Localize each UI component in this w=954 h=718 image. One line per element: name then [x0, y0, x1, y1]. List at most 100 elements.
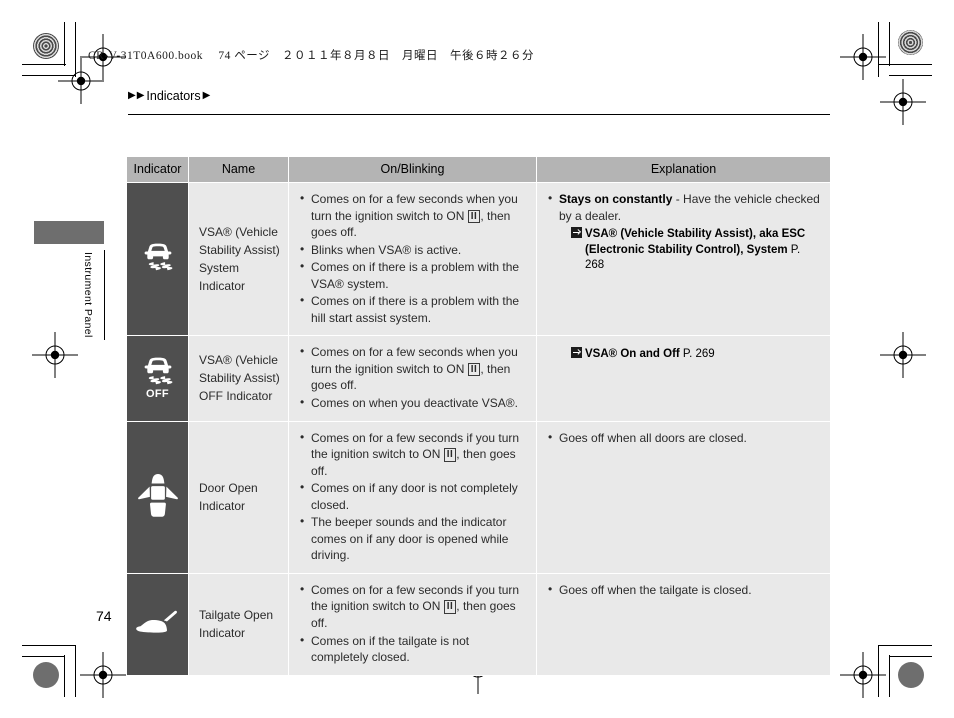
column-header-indicator: Indicator: [126, 156, 189, 183]
registration-blob: [898, 30, 923, 55]
bullet-text: Comes on when you deactivate VSA®.: [311, 396, 518, 411]
table-body: VSA® (Vehicle Stability Assist) System I…: [126, 181, 831, 676]
explanation-cell: Stays on constantly - Have the vehicle c…: [536, 181, 831, 337]
indicator-icon-cell: [126, 572, 189, 676]
section-tab-rule: [104, 250, 105, 340]
bullet-item: Comes on if there is a problem with the …: [300, 292, 528, 326]
column-header-explanation: Explanation: [536, 156, 831, 183]
explanation-list: Goes off when all doors are closed.: [543, 429, 822, 447]
crop-mark: [64, 655, 65, 697]
bullet-item: Comes on for a few seconds when you turn…: [300, 190, 528, 241]
header-divider: [128, 114, 830, 115]
registration-mark: [880, 332, 926, 378]
bullet-text: Goes off when the tailgate is closed.: [559, 582, 752, 597]
on-blinking-list: Comes on for a few seconds when you turn…: [295, 343, 528, 412]
indicator-off-label: OFF: [146, 388, 169, 401]
breadcrumb-marker-icon: ▶: [128, 90, 136, 101]
jump-arrow-icon: [571, 227, 582, 239]
registration-mark: [880, 79, 926, 125]
registration-mark: [840, 652, 886, 698]
indicator-name-cell: Tailgate Open Indicator: [188, 572, 289, 676]
bullet-item: Comes on if there is a problem with the …: [300, 258, 528, 292]
bullet-text: Comes on if there is a problem with the …: [311, 260, 520, 291]
jump-arrow-icon: [571, 347, 582, 359]
crop-mark: [22, 656, 65, 657]
explanation-cell: Goes off when all doors are closed.: [536, 420, 831, 574]
cross-reference-page: P. 269: [679, 348, 715, 361]
door-open-indicator-icon: [127, 471, 188, 523]
crop-mark: [889, 75, 932, 76]
explanation-cell: Goes off when the tailgate is closed.: [536, 572, 831, 676]
on-blinking-cell: Comes on for a few seconds if you turn t…: [288, 572, 537, 676]
table-row: Tailgate Open IndicatorComes on for a fe…: [126, 572, 831, 676]
section-tab-block: [34, 221, 104, 244]
ignition-position-glyph: II: [467, 362, 481, 377]
on-blinking-list: Comes on for a few seconds if you turn t…: [295, 429, 528, 564]
bullet-item: Comes on when you deactivate VSA®.: [300, 394, 528, 412]
cross-reference-title-cont: (Electronic Stability Control), System P…: [585, 243, 801, 272]
table-row: OFF VSA® (Vehicle Stability Assist) OFF I…: [126, 335, 831, 422]
crop-mark: [878, 645, 932, 646]
on-blinking-cell: Comes on for a few seconds if you turn t…: [288, 420, 537, 574]
registration-blob: [33, 33, 59, 59]
registration-mark: [32, 332, 78, 378]
crop-mark: [22, 645, 76, 646]
bullet-text: The beeper sounds and the indicator come…: [311, 515, 509, 563]
table-header-row: Indicator Name On/Blinking Explanation: [126, 156, 831, 183]
on-blinking-cell: Comes on for a few seconds when you turn…: [288, 335, 537, 422]
bullet-item: Comes on for a few seconds when you turn…: [300, 343, 528, 394]
cross-reference-page: P. 268: [585, 243, 801, 272]
bullet-item: Comes on if any door is not completely c…: [300, 479, 528, 513]
indicator-name-cell: VSA® (Vehicle Stability Assist) OFF Indi…: [188, 335, 289, 422]
on-blinking-list: Comes on for a few seconds if you turn t…: [295, 581, 528, 666]
table-row: Door Open IndicatorComes on for a few se…: [126, 420, 831, 574]
vsa-off-indicator-icon: OFF: [127, 356, 188, 400]
crop-mark: [889, 655, 890, 697]
registration-blob: [898, 662, 924, 688]
indicator-name-cell: VSA® (Vehicle Stability Assist) System I…: [188, 181, 289, 337]
bullet-text: Blinks when VSA® is active.: [311, 242, 462, 257]
indicator-icon-cell: [126, 420, 189, 574]
bullet-text: Comes on if there is a problem with the …: [311, 294, 520, 325]
breadcrumb-label: Indicators: [146, 89, 201, 103]
crop-mark: [878, 64, 932, 65]
breadcrumb: ▶ ▶ Indicators ▶: [128, 89, 210, 103]
crop-mark: [889, 656, 932, 657]
cross-reference[interactable]: VSA® (Vehicle Stability Assist), aka ESC…: [571, 227, 822, 274]
cross-reference[interactable]: VSA® On and Off P. 269: [571, 347, 822, 363]
bullet-item: Goes off when the tailgate is closed.: [548, 581, 822, 599]
tailgate-open-indicator-icon: [127, 609, 188, 639]
vsa-system-indicator-icon: [127, 242, 188, 276]
cross-reference-title: VSA® On and Off: [585, 348, 680, 361]
breadcrumb-marker-icon: ▶: [136, 90, 145, 101]
ignition-position-glyph: II: [443, 600, 457, 614]
explanation-list: Goes off when the tailgate is closed.: [543, 581, 822, 599]
bullet-item: Comes on if the tailgate is not complete…: [300, 632, 528, 666]
bullet-item: Comes on for a few seconds if you turn t…: [300, 429, 528, 480]
explanation-emphasis: Stays on constantly: [559, 192, 673, 206]
indicator-icon-cell: [126, 181, 189, 337]
breadcrumb-marker-icon: ▶: [202, 90, 211, 101]
bullet-item: Goes off when all doors are closed.: [548, 429, 822, 447]
ignition-position-glyph: II: [443, 448, 457, 462]
column-header-name: Name: [188, 156, 289, 183]
section-tab-label: Instrument Panel: [82, 252, 94, 338]
bullet-text: Goes off when all doors are closed.: [559, 430, 747, 445]
column-header-on-blinking: On/Blinking: [288, 156, 537, 183]
indicators-table: Indicator Name On/Blinking Explanation V…: [126, 156, 831, 676]
ignition-position-glyph: II: [467, 209, 481, 224]
bullet-item: Blinks when VSA® is active.: [300, 241, 528, 259]
cross-reference-title: VSA® (Vehicle Stability Assist), aka ESC: [585, 228, 806, 241]
bullet-item: The beeper sounds and the indicator come…: [300, 513, 528, 564]
registration-mark: [80, 652, 126, 698]
indicator-name-cell: Door Open Indicator: [188, 420, 289, 574]
bullet-text: Comes on if the tailgate is not complete…: [311, 633, 470, 665]
book-file-header: CR-V-31T0A600.book 74 ページ ２０１１年８月８日 月曜日 …: [88, 50, 534, 62]
bullet-text: Comes on if any door is not completely c…: [311, 481, 518, 512]
registration-blob: [33, 662, 59, 688]
indicator-icon-cell: OFF: [126, 335, 189, 422]
registration-mark: [840, 34, 886, 80]
explanation-list: Stays on constantly - Have the vehicle c…: [543, 190, 822, 224]
on-blinking-list: Comes on for a few seconds when you turn…: [295, 190, 528, 326]
table-row: VSA® (Vehicle Stability Assist) System I…: [126, 181, 831, 337]
